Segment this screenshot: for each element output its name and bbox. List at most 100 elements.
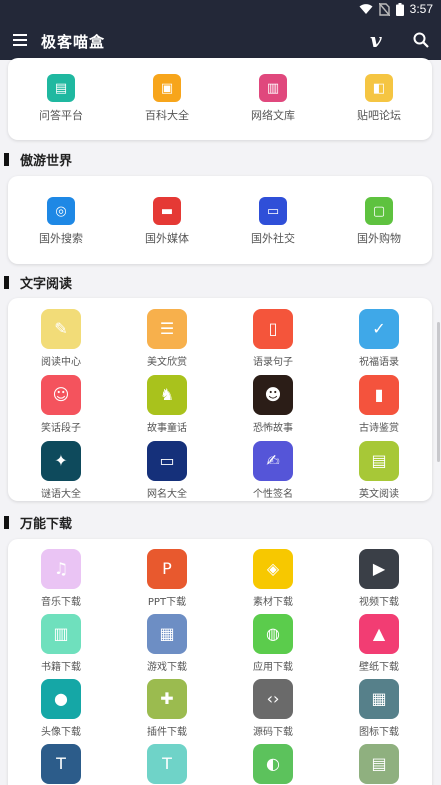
- grid-item-label: 笑话段子: [41, 423, 81, 434]
- forum-icon: ◧: [365, 74, 393, 102]
- grid-item[interactable]: ☰ 美文欣赏: [114, 309, 220, 368]
- grid-row: ● 头像下载 ✚ 插件下载 ‹› 源码下载 ▦ 图标下载: [8, 679, 432, 738]
- grid-item-label: 插件下载: [147, 727, 187, 738]
- grid-item[interactable]: ▭ 国外社交: [220, 197, 326, 246]
- grid-item-label: 国外媒体: [145, 232, 189, 245]
- riddle-icon: ✦: [41, 441, 81, 481]
- no-sim-icon: [378, 2, 390, 16]
- grid-item-label: 视频下载: [359, 597, 399, 608]
- grid-item[interactable]: ◈ 素材下载: [220, 549, 326, 608]
- qa-icon: ▤: [47, 74, 75, 102]
- search-icon[interactable]: [413, 32, 429, 48]
- grid-item[interactable]: ✍ 个性签名: [220, 441, 326, 500]
- grid-item-label: 故事童话: [147, 423, 187, 434]
- grid-item[interactable]: T: [8, 744, 114, 785]
- grid-item[interactable]: ◧ 贴吧论坛: [326, 74, 432, 123]
- status-time: 3:57: [409, 2, 433, 16]
- status-icons: 3:57: [359, 2, 433, 16]
- plugin-icon: ✚: [147, 679, 187, 719]
- video-icon: ▶: [359, 549, 399, 589]
- grid-item-label: 古诗鉴赏: [359, 423, 399, 434]
- library-icon: ▥: [259, 74, 287, 102]
- section-title-reading: 文字阅读: [4, 274, 73, 292]
- grid-item[interactable]: ✦ 谜语大全: [8, 441, 114, 500]
- bookmark-icon: ▯: [253, 309, 293, 349]
- grid-item[interactable]: ▦ 图标下载: [326, 679, 432, 738]
- shopping-bag-icon: ▢: [365, 197, 393, 225]
- grid-item[interactable]: P PPT下载: [114, 549, 220, 608]
- grid-item[interactable]: ▦ 游戏下载: [114, 614, 220, 673]
- grid-item[interactable]: ♫ 音乐下载: [8, 549, 114, 608]
- chat-icon: ▭: [259, 197, 287, 225]
- grid-item[interactable]: ▯ 语录句子: [220, 309, 326, 368]
- grid-item[interactable]: ▮ 古诗鉴赏: [326, 375, 432, 434]
- grid-item[interactable]: ▶ 视频下载: [326, 549, 432, 608]
- reading-card: ✎ 阅读中心 ☰ 美文欣赏 ▯ 语录句子 ✓ 祝福语录 ☺ 笑话段子 ♞ 故事童话 ☻ 恐怖故事 ▮ 古诗鉴赏…: [8, 298, 432, 501]
- wifi-icon: [359, 4, 373, 14]
- grid-row: ▥ 书籍下载 ▦ 游戏下载 ◍ 应用下载 ▲ 壁纸下载: [8, 614, 432, 673]
- printer-icon: ▤: [359, 744, 399, 784]
- scrollbar[interactable]: [437, 322, 440, 462]
- grid-row: ✦ 谜语大全 ▭ 网名大全 ✍ 个性签名 ▤ 英文阅读: [8, 441, 432, 500]
- grid-item[interactable]: ▤ 英文阅读: [326, 441, 432, 500]
- top-card: ▤ 问答平台 ▣ 百科大全 ▥ 网络文库 ◧ 贴吧论坛: [8, 58, 432, 140]
- grid-item-label: 贴吧论坛: [357, 109, 401, 122]
- grid-item[interactable]: ▥ 网络文库: [220, 74, 326, 123]
- grid-item[interactable]: ‹› 源码下载: [220, 679, 326, 738]
- grid-item[interactable]: ☺ 笑话段子: [8, 375, 114, 434]
- grid-item[interactable]: ▢ 国外购物: [326, 197, 432, 246]
- grid-item[interactable]: T: [114, 744, 220, 785]
- ppt-icon: P: [147, 549, 187, 589]
- grid-item[interactable]: ▥ 书籍下载: [8, 614, 114, 673]
- grid-row: T T ◐ ▤: [8, 744, 432, 785]
- grid-item[interactable]: ✓ 祝福语录: [326, 309, 432, 368]
- grid-item[interactable]: ▬ 国外媒体: [114, 197, 220, 246]
- grid-item-label: 个性签名: [253, 489, 293, 500]
- vimeo-icon[interactable]: v: [370, 28, 382, 52]
- grid-item[interactable]: ☻ 恐怖故事: [220, 375, 326, 434]
- smile-icon: ☺: [41, 375, 81, 415]
- grid-item[interactable]: ● 头像下载: [8, 679, 114, 738]
- grid-item-label: 百科大全: [145, 109, 189, 122]
- grid-item[interactable]: ▭ 网名大全: [114, 441, 220, 500]
- grid-item[interactable]: ✎ 阅读中心: [8, 309, 114, 368]
- grid-item[interactable]: ▤: [326, 744, 432, 785]
- grid-item-label: 语录句子: [253, 357, 293, 368]
- grid-item-label: 源码下载: [253, 727, 293, 738]
- overseas-card: ◎ 国外搜索 ▬ 国外媒体 ▭ 国外社交 ▢ 国外购物: [8, 176, 432, 264]
- story-icon: ♞: [147, 375, 187, 415]
- grid-item[interactable]: ▤ 问答平台: [8, 74, 114, 123]
- thumbs-up-icon: ✓: [359, 309, 399, 349]
- grid-item[interactable]: ♞ 故事童话: [114, 375, 220, 434]
- section-title-download: 万能下载: [4, 514, 73, 532]
- grid-item-label: 游戏下载: [147, 662, 187, 673]
- grid-item-label: 谜语大全: [41, 489, 81, 500]
- devil-icon: ☻: [253, 375, 293, 415]
- section-title-text: 文字阅读: [20, 276, 73, 292]
- grid-item-label: 壁纸下载: [359, 662, 399, 673]
- section-title-text: 万能下载: [20, 516, 73, 532]
- grid-item-label: 国外搜索: [39, 232, 83, 245]
- wallpaper-icon: ▲: [359, 614, 399, 654]
- grid-item[interactable]: ◐: [220, 744, 326, 785]
- grid-item-label: 素材下载: [253, 597, 293, 608]
- poem-book-icon: ▮: [359, 375, 399, 415]
- grid-item-label: 书籍下载: [41, 662, 81, 673]
- grid-item-label: 英文阅读: [359, 489, 399, 500]
- music-icon: ♫: [41, 549, 81, 589]
- grid-item[interactable]: ◎ 国外搜索: [8, 197, 114, 246]
- grid-item-label: 网名大全: [147, 489, 187, 500]
- app-bag-icon: ◍: [253, 614, 293, 654]
- section-title-overseas: 傲游世界: [4, 151, 72, 169]
- grid-item[interactable]: ✚ 插件下载: [114, 679, 220, 738]
- grid-item[interactable]: ▲ 壁纸下载: [326, 614, 432, 673]
- grid-item[interactable]: ◍ 应用下载: [220, 614, 326, 673]
- grid-item[interactable]: ▣ 百科大全: [114, 74, 220, 123]
- menu-icon[interactable]: [13, 34, 27, 46]
- download-card: ♫ 音乐下载 P PPT下载 ◈ 素材下载 ▶ 视频下载 ▥ 书籍下载 ▦ 游戏下载 ◍ 应用下载 ▲ 壁纸下…: [8, 539, 432, 785]
- name-card-icon: ▭: [147, 441, 187, 481]
- grid-item-label: 头像下载: [41, 727, 81, 738]
- grid-item-label: 国外购物: [357, 232, 401, 245]
- grid-item-label: 国外社交: [251, 232, 295, 245]
- grid-item-label: 应用下载: [253, 662, 293, 673]
